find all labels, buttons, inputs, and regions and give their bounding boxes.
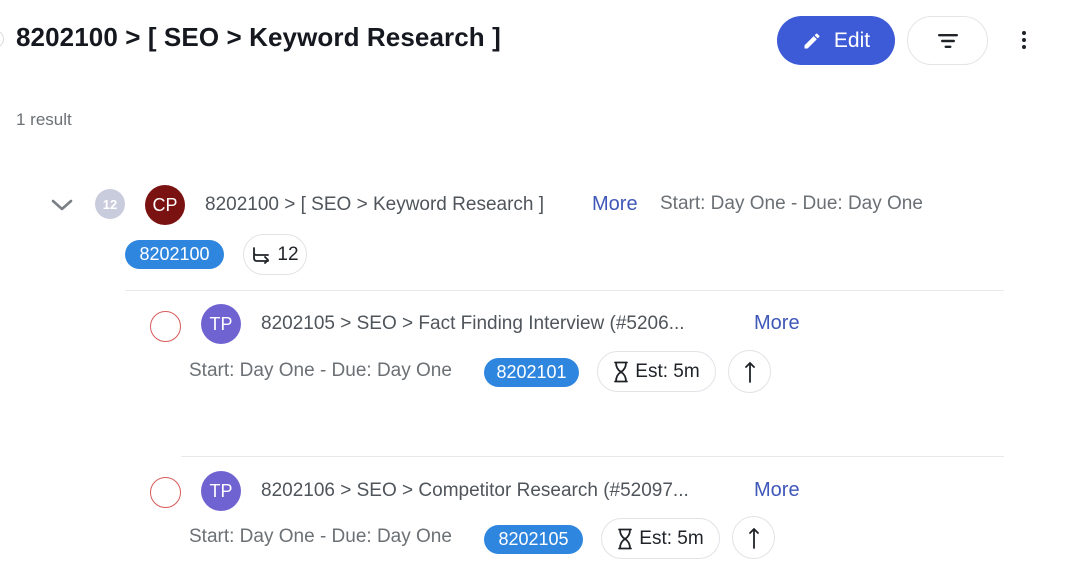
subtask-count-badge: 12 <box>95 189 125 219</box>
hourglass-icon <box>618 528 633 549</box>
more-link[interactable]: More <box>592 193 638 216</box>
arrow-up-icon <box>744 361 755 383</box>
avatar[interactable]: TP <box>201 304 241 344</box>
edit-button[interactable]: Edit <box>777 16 895 65</box>
divider <box>181 456 1004 457</box>
subtask-title[interactable]: 8202105 > SEO > Fact Finding Interview (… <box>261 313 685 335</box>
task-dates: Start: Day One - Due: Day One <box>189 526 452 547</box>
subtasks-count: 12 <box>277 243 299 265</box>
estimate-button[interactable]: Est: 5m <box>597 351 716 392</box>
arrow-up-icon <box>748 527 759 549</box>
more-options-button[interactable] <box>1008 24 1040 56</box>
collapse-handle[interactable] <box>0 30 4 48</box>
avatar[interactable]: TP <box>201 471 241 511</box>
page-title: 8202100 > [ SEO > Keyword Research ] <box>16 22 501 52</box>
subtask-title[interactable]: 8202106 > SEO > Competitor Research (#52… <box>261 480 689 502</box>
hourglass-icon <box>614 361 629 382</box>
more-link[interactable]: More <box>754 312 800 335</box>
estimate-button[interactable]: Est: 5m <box>601 518 720 559</box>
task-id-tag[interactable]: 8202100 <box>125 240 224 269</box>
priority-button[interactable] <box>732 516 775 559</box>
task-id-tag[interactable]: 8202101 <box>484 358 579 387</box>
task-dates: Start: Day One - Due: Day One <box>189 360 452 381</box>
result-count: 1 result <box>16 110 72 129</box>
task-id-tag[interactable]: 8202105 <box>484 525 583 554</box>
complete-checkbox[interactable] <box>150 311 181 342</box>
filter-icon <box>937 33 958 48</box>
more-link[interactable]: More <box>754 479 800 502</box>
chevron-down-icon <box>51 199 73 211</box>
complete-checkbox[interactable] <box>150 477 181 508</box>
task-title[interactable]: 8202100 > [ SEO > Keyword Research ] <box>205 194 544 216</box>
subtasks-button[interactable]: 12 <box>243 234 307 275</box>
estimate-label: Est: 5m <box>635 360 700 382</box>
expand-toggle[interactable] <box>48 191 76 219</box>
priority-button[interactable] <box>728 350 771 393</box>
vertical-dots-icon <box>1022 31 1026 49</box>
filter-button[interactable] <box>907 16 988 65</box>
avatar[interactable]: CP <box>145 185 185 225</box>
edit-button-label: Edit <box>833 28 871 52</box>
task-dates: Start: Day One - Due: Day One <box>660 193 923 214</box>
estimate-label: Est: 5m <box>639 527 704 549</box>
subtask-tree-icon <box>253 246 270 264</box>
divider <box>125 290 1004 291</box>
pencil-icon <box>804 32 820 48</box>
